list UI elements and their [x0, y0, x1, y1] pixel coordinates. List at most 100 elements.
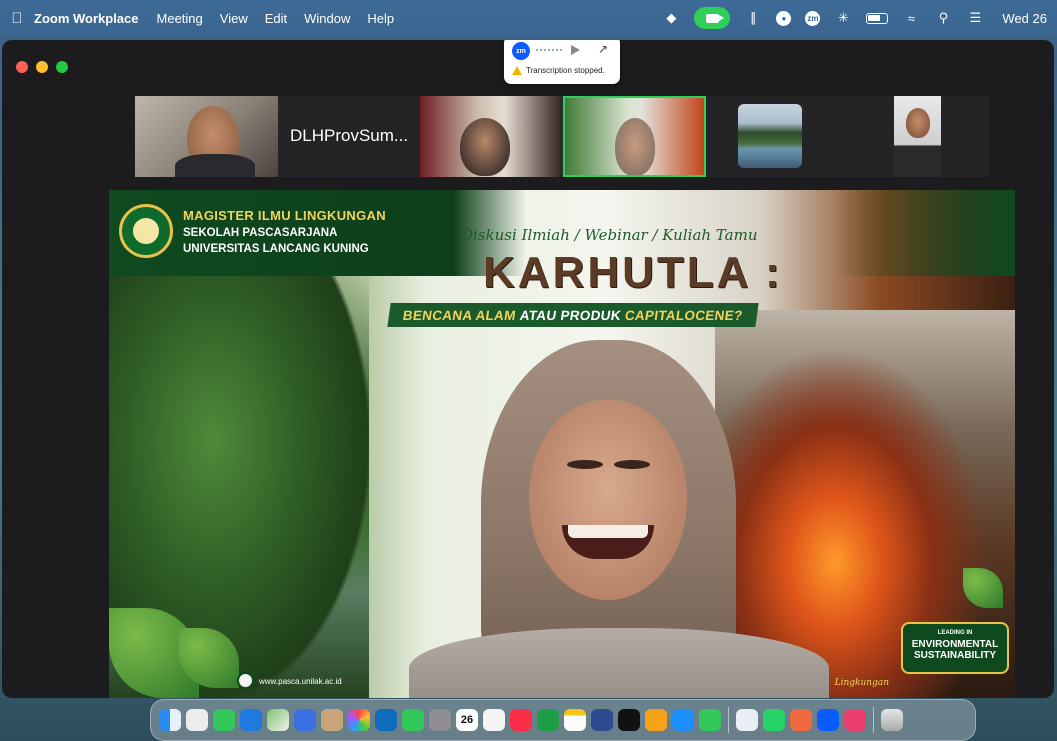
music-icon[interactable]	[510, 709, 532, 731]
slide-website: www.pasca.unilak.ac.id	[259, 677, 342, 686]
menu-bar:  Zoom Workplace Meeting View Edit Windo…	[0, 0, 1057, 36]
activity-monitor-icon[interactable]	[699, 709, 721, 731]
minimize-window-button[interactable]	[36, 61, 48, 73]
messages-icon[interactable]	[213, 709, 235, 731]
window-controls	[16, 61, 68, 73]
whatsapp-icon[interactable]	[763, 709, 785, 731]
event-title: KARHUTLA :	[483, 248, 783, 297]
apple-tv-icon[interactable]	[618, 709, 640, 731]
play-icon[interactable]	[571, 45, 580, 55]
zoom-video-status-icon[interactable]	[694, 7, 731, 29]
numbers-icon[interactable]	[537, 709, 559, 731]
sustainability-badge: LEADING IN ENVIRONMENTAL SUSTAINABILITY	[901, 622, 1009, 674]
apple-menu-icon[interactable]: 	[0, 10, 34, 27]
event-type: Diskusi Ilmiah / Webinar / Kuliah Tamu	[461, 226, 758, 244]
menubar-date[interactable]: Wed 26	[1002, 11, 1047, 26]
battery-icon[interactable]	[866, 12, 889, 24]
dock: 26	[150, 699, 976, 741]
launchpad-icon[interactable]	[186, 709, 208, 731]
badge-line2: ENVIRONMENTAL	[911, 639, 999, 650]
transcription-message: Transcription stopped.	[526, 66, 605, 75]
waveform-icon	[536, 49, 562, 51]
reminders-icon[interactable]	[483, 709, 505, 731]
transcription-status: Transcription stopped.	[512, 66, 605, 75]
zoom-logo-icon: zm	[512, 42, 530, 60]
notes-icon[interactable]	[564, 709, 586, 731]
participant-tile[interactable]	[848, 96, 990, 177]
trash-icon[interactable]	[881, 709, 903, 731]
university-logo-icon	[119, 204, 173, 258]
badge-line3: SUSTAINABILITY	[913, 650, 997, 661]
participant-avatar	[738, 104, 802, 168]
subtitle-part3: CAPITALOCENE?	[623, 307, 744, 323]
keynote-icon[interactable]	[294, 709, 316, 731]
finder-icon[interactable]	[159, 709, 181, 731]
subtitle-part2: ATAU PRODUK	[518, 307, 623, 323]
fullscreen-window-button[interactable]	[56, 61, 68, 73]
maps-icon[interactable]	[267, 709, 289, 731]
calendar-icon[interactable]: 26	[456, 709, 478, 731]
outlook-icon[interactable]	[375, 709, 397, 731]
zoom-status-icon[interactable]: zm	[805, 10, 821, 26]
speaker-face	[529, 400, 687, 600]
menu-edit[interactable]: Edit	[265, 11, 287, 26]
expand-icon[interactable]: ↗	[598, 42, 608, 56]
speaker-body	[409, 628, 829, 698]
subtitle-part1: BENCANA ALAM	[401, 307, 517, 323]
diamond-arrows-icon[interactable]: ◆	[662, 10, 680, 26]
menu-window[interactable]: Window	[304, 11, 350, 26]
main-speaker-video[interactable]: MAGISTER ILMU LINGKUNGAN SEKOLAH PASCASA…	[109, 190, 1015, 698]
speaker-eye	[614, 460, 650, 469]
shield-app-icon[interactable]: ●	[776, 10, 792, 26]
badge-line1: LEADING IN	[937, 630, 973, 636]
facetime-icon[interactable]	[402, 709, 424, 731]
institution-block: MAGISTER ILMU LINGKUNGAN SEKOLAH PASCASA…	[183, 208, 386, 255]
sparkle-icon[interactable]: ✳	[834, 10, 852, 26]
participant-video	[894, 96, 941, 177]
photos-icon[interactable]	[348, 709, 370, 731]
institution-line3: UNIVERSITAS LANCANG KUNING	[183, 243, 369, 255]
participant-tile[interactable]	[706, 96, 848, 177]
control-center-icon[interactable]: ☰	[966, 10, 984, 26]
menu-view[interactable]: View	[220, 11, 248, 26]
institution-line2: SEKOLAH PASCASARJANA	[183, 227, 338, 239]
active-speaker-tile[interactable]	[563, 96, 706, 177]
perplexity-icon[interactable]	[790, 709, 812, 731]
participant-tile[interactable]	[135, 96, 278, 177]
dock-separator	[873, 707, 874, 733]
app-menu[interactable]: Zoom Workplace	[34, 11, 139, 26]
close-window-button[interactable]	[16, 61, 28, 73]
zoom-meeting-window: zm ↗ Transcription stopped. DLHProvSum..…	[2, 40, 1054, 698]
participant-name: DLHProvSum...	[290, 126, 409, 145]
participant-strip: DLHProvSum...	[135, 96, 990, 177]
warning-icon	[512, 66, 522, 75]
participant-video	[615, 118, 655, 175]
zoom-meeting-icon[interactable]	[817, 709, 839, 731]
wifi-icon[interactable]: ≈	[902, 10, 920, 26]
slide-footer-text: Lingkungan	[834, 678, 889, 688]
participant-face	[906, 108, 930, 138]
participant-video	[460, 118, 510, 176]
safari-icon[interactable]	[240, 709, 262, 731]
speaker-eye	[567, 460, 603, 469]
freeform-icon[interactable]	[591, 709, 613, 731]
system-settings-icon[interactable]	[429, 709, 451, 731]
participant-tile-named[interactable]: DLHProvSum...	[278, 96, 420, 177]
contacts-icon[interactable]	[321, 709, 343, 731]
transcription-popup: zm ↗ Transcription stopped.	[504, 40, 620, 84]
participant-shirt	[175, 154, 255, 177]
screenshot-icon[interactable]	[844, 709, 866, 731]
event-subtitle: BENCANA ALAM ATAU PRODUK CAPITALOCENE?	[387, 303, 759, 327]
participant-tile[interactable]	[420, 96, 560, 177]
institution-line1: MAGISTER ILMU LINGKUNGAN	[183, 208, 386, 223]
pages-icon[interactable]	[645, 709, 667, 731]
zoom-icon[interactable]	[736, 709, 758, 731]
menu-help[interactable]: Help	[367, 11, 394, 26]
dock-separator	[728, 707, 729, 733]
status-area: ◆ ∥ ● zm ✳ ≈ ⚲ ☰ Wed 26	[662, 0, 1047, 36]
app-store-icon[interactable]	[672, 709, 694, 731]
globe-icon	[237, 672, 254, 689]
search-icon[interactable]: ⚲	[934, 10, 952, 26]
utensils-icon[interactable]: ∥	[744, 10, 762, 26]
menu-meeting[interactable]: Meeting	[157, 11, 203, 26]
